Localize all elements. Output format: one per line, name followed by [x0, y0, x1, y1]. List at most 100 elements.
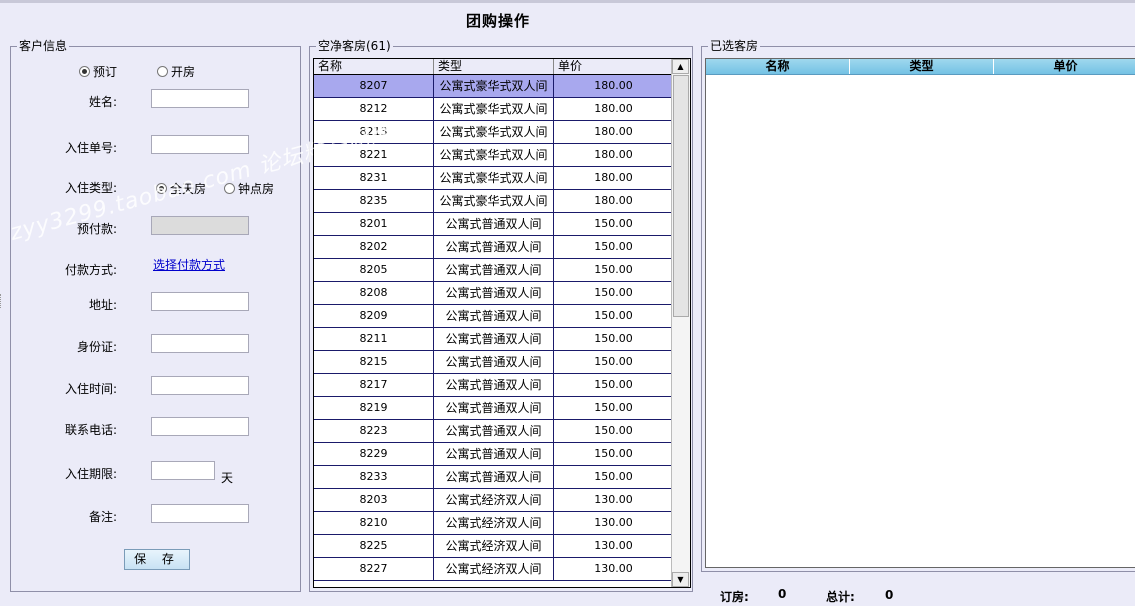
- selected-rooms-legend: 已选客房: [708, 39, 761, 53]
- radio-unchecked-icon: [157, 66, 168, 77]
- room-price-cell: 180.00: [554, 98, 674, 120]
- period-input[interactable]: [151, 461, 215, 480]
- room-type-cell: 公寓式豪华式双人间: [434, 167, 554, 189]
- table-row[interactable]: 8219 公寓式普通双人间 150.00: [314, 397, 674, 420]
- room-price-cell: 130.00: [554, 535, 674, 557]
- booked-count-label: 订房:: [720, 590, 749, 604]
- table-row[interactable]: 8227 公寓式经济双人间 130.00: [314, 558, 674, 581]
- table-row[interactable]: 8210 公寓式经济双人间 130.00: [314, 512, 674, 535]
- table-row[interactable]: 8221 公寓式豪华式双人间 180.00: [314, 144, 674, 167]
- table-row[interactable]: 8233 公寓式普通双人间 150.00: [314, 466, 674, 489]
- room-name-cell: 8201: [314, 213, 434, 235]
- order-no-input[interactable]: [151, 135, 249, 154]
- table-row[interactable]: 8205 公寓式普通双人间 150.00: [314, 259, 674, 282]
- room-price-cell: 150.00: [554, 305, 674, 327]
- phone-input[interactable]: [151, 417, 249, 436]
- radio-stay-full[interactable]: 全天房: [156, 180, 206, 197]
- room-price-cell: 130.00: [554, 558, 674, 580]
- room-name-cell: 8219: [314, 397, 434, 419]
- radio-checked-icon: [79, 66, 90, 77]
- scroll-down-icon[interactable]: ▼: [672, 572, 689, 587]
- deposit-input: [151, 216, 249, 235]
- room-type-cell: 公寓式普通双人间: [434, 213, 554, 235]
- room-name-cell: 8205: [314, 259, 434, 281]
- period-label: 入住期限:: [64, 467, 117, 481]
- vacant-rooms-grid[interactable]: 名称 类型 单价 8207 公寓式豪华式双人间 180.00 8212 公寓式豪华式双人…: [313, 58, 691, 588]
- vacant-rooms-panel: 空净客房(61) 名称 类型 单价 8207 公寓式豪华式双人间 180.00 821…: [309, 39, 693, 592]
- room-price-cell: 150.00: [554, 443, 674, 465]
- selected-rooms-panel: 已选客房 名称 类型 单价: [701, 39, 1135, 572]
- column-header-type[interactable]: 类型: [434, 59, 554, 74]
- room-type-cell: 公寓式豪华式双人间: [434, 75, 554, 97]
- total-label: 总计:: [826, 590, 855, 604]
- room-name-cell: 8212: [314, 98, 434, 120]
- radio-checkin[interactable]: 开房: [157, 63, 195, 80]
- column-header-price[interactable]: 单价: [994, 59, 1135, 74]
- room-name-cell: 8233: [314, 466, 434, 488]
- radio-stay-hourly[interactable]: 钟点房: [224, 180, 274, 197]
- checkin-time-label: 入住时间:: [64, 382, 117, 396]
- name-input[interactable]: [151, 89, 249, 108]
- room-type-cell: 公寓式普通双人间: [434, 397, 554, 419]
- room-type-cell: 公寓式普通双人间: [434, 328, 554, 350]
- id-card-label: 身份证:: [76, 340, 117, 354]
- table-row[interactable]: 8229 公寓式普通双人间 150.00: [314, 443, 674, 466]
- payment-label: 付款方式:: [64, 263, 117, 277]
- room-price-cell: 150.00: [554, 282, 674, 304]
- radio-checkin-label: 开房: [171, 65, 196, 79]
- room-name-cell: 8229: [314, 443, 434, 465]
- table-row[interactable]: 8223 公寓式普通双人间 150.00: [314, 420, 674, 443]
- room-price-cell: 150.00: [554, 236, 674, 258]
- radio-reserve[interactable]: 预订: [79, 63, 117, 80]
- room-name-cell: 8231: [314, 167, 434, 189]
- room-type-cell: 公寓式经济双人间: [434, 558, 554, 580]
- table-row[interactable]: 8217 公寓式普通双人间 150.00: [314, 374, 674, 397]
- radio-checked-icon: [156, 183, 167, 194]
- scroll-up-icon[interactable]: ▲: [672, 59, 689, 74]
- column-header-name[interactable]: 名称: [706, 59, 850, 74]
- room-name-cell: 8207: [314, 75, 434, 97]
- stay-type-label: 入住类型:: [64, 181, 117, 195]
- scroll-thumb[interactable]: [673, 75, 689, 317]
- room-price-cell: 150.00: [554, 466, 674, 488]
- payment-method-link[interactable]: 选择付款方式: [153, 256, 225, 273]
- table-row[interactable]: 8215 公寓式普通双人间 150.00: [314, 351, 674, 374]
- checkin-time-input[interactable]: [151, 376, 249, 395]
- table-row[interactable]: 8201 公寓式普通双人间 150.00: [314, 213, 674, 236]
- column-header-name[interactable]: 名称: [314, 59, 434, 74]
- page-title: 团购操作: [466, 12, 531, 30]
- table-row[interactable]: 8225 公寓式经济双人间 130.00: [314, 535, 674, 558]
- table-row[interactable]: 8213 公寓式豪华式双人间 180.00: [314, 121, 674, 144]
- save-button[interactable]: 保 存: [124, 549, 190, 570]
- table-row[interactable]: 8208 公寓式普通双人间 150.00: [314, 282, 674, 305]
- room-type-cell: 公寓式普通双人间: [434, 374, 554, 396]
- splitter-handle[interactable]: [0, 294, 5, 308]
- room-type-cell: 公寓式豪华式双人间: [434, 98, 554, 120]
- table-row[interactable]: 8203 公寓式经济双人间 130.00: [314, 489, 674, 512]
- table-row[interactable]: 8235 公寓式豪华式双人间 180.00: [314, 190, 674, 213]
- vertical-scrollbar[interactable]: ▲ ▼: [671, 59, 690, 587]
- table-row[interactable]: 8212 公寓式豪华式双人间 180.00: [314, 98, 674, 121]
- column-header-price[interactable]: 单价: [554, 59, 674, 74]
- customer-info-legend: 客户信息: [17, 39, 70, 53]
- order-no-label: 入住单号:: [64, 141, 117, 155]
- room-type-cell: 公寓式普通双人间: [434, 351, 554, 373]
- selected-rooms-grid[interactable]: 名称 类型 单价: [705, 58, 1135, 568]
- table-row[interactable]: 8211 公寓式普通双人间 150.00: [314, 328, 674, 351]
- room-name-cell: 8217: [314, 374, 434, 396]
- column-header-type[interactable]: 类型: [850, 59, 994, 74]
- table-row[interactable]: 8209 公寓式普通双人间 150.00: [314, 305, 674, 328]
- room-price-cell: 150.00: [554, 328, 674, 350]
- table-row[interactable]: 8231 公寓式豪华式双人间 180.00: [314, 167, 674, 190]
- address-input[interactable]: [151, 292, 249, 311]
- room-price-cell: 150.00: [554, 374, 674, 396]
- room-name-cell: 8221: [314, 144, 434, 166]
- room-type-cell: 公寓式普通双人间: [434, 466, 554, 488]
- remark-input[interactable]: [151, 504, 249, 523]
- stay-hourly-label: 钟点房: [238, 182, 275, 196]
- table-row[interactable]: 8207 公寓式豪华式双人间 180.00: [314, 75, 674, 98]
- room-price-cell: 150.00: [554, 259, 674, 281]
- selected-grid-header: 名称 类型 单价: [706, 59, 1135, 75]
- id-card-input[interactable]: [151, 334, 249, 353]
- table-row[interactable]: 8202 公寓式普通双人间 150.00: [314, 236, 674, 259]
